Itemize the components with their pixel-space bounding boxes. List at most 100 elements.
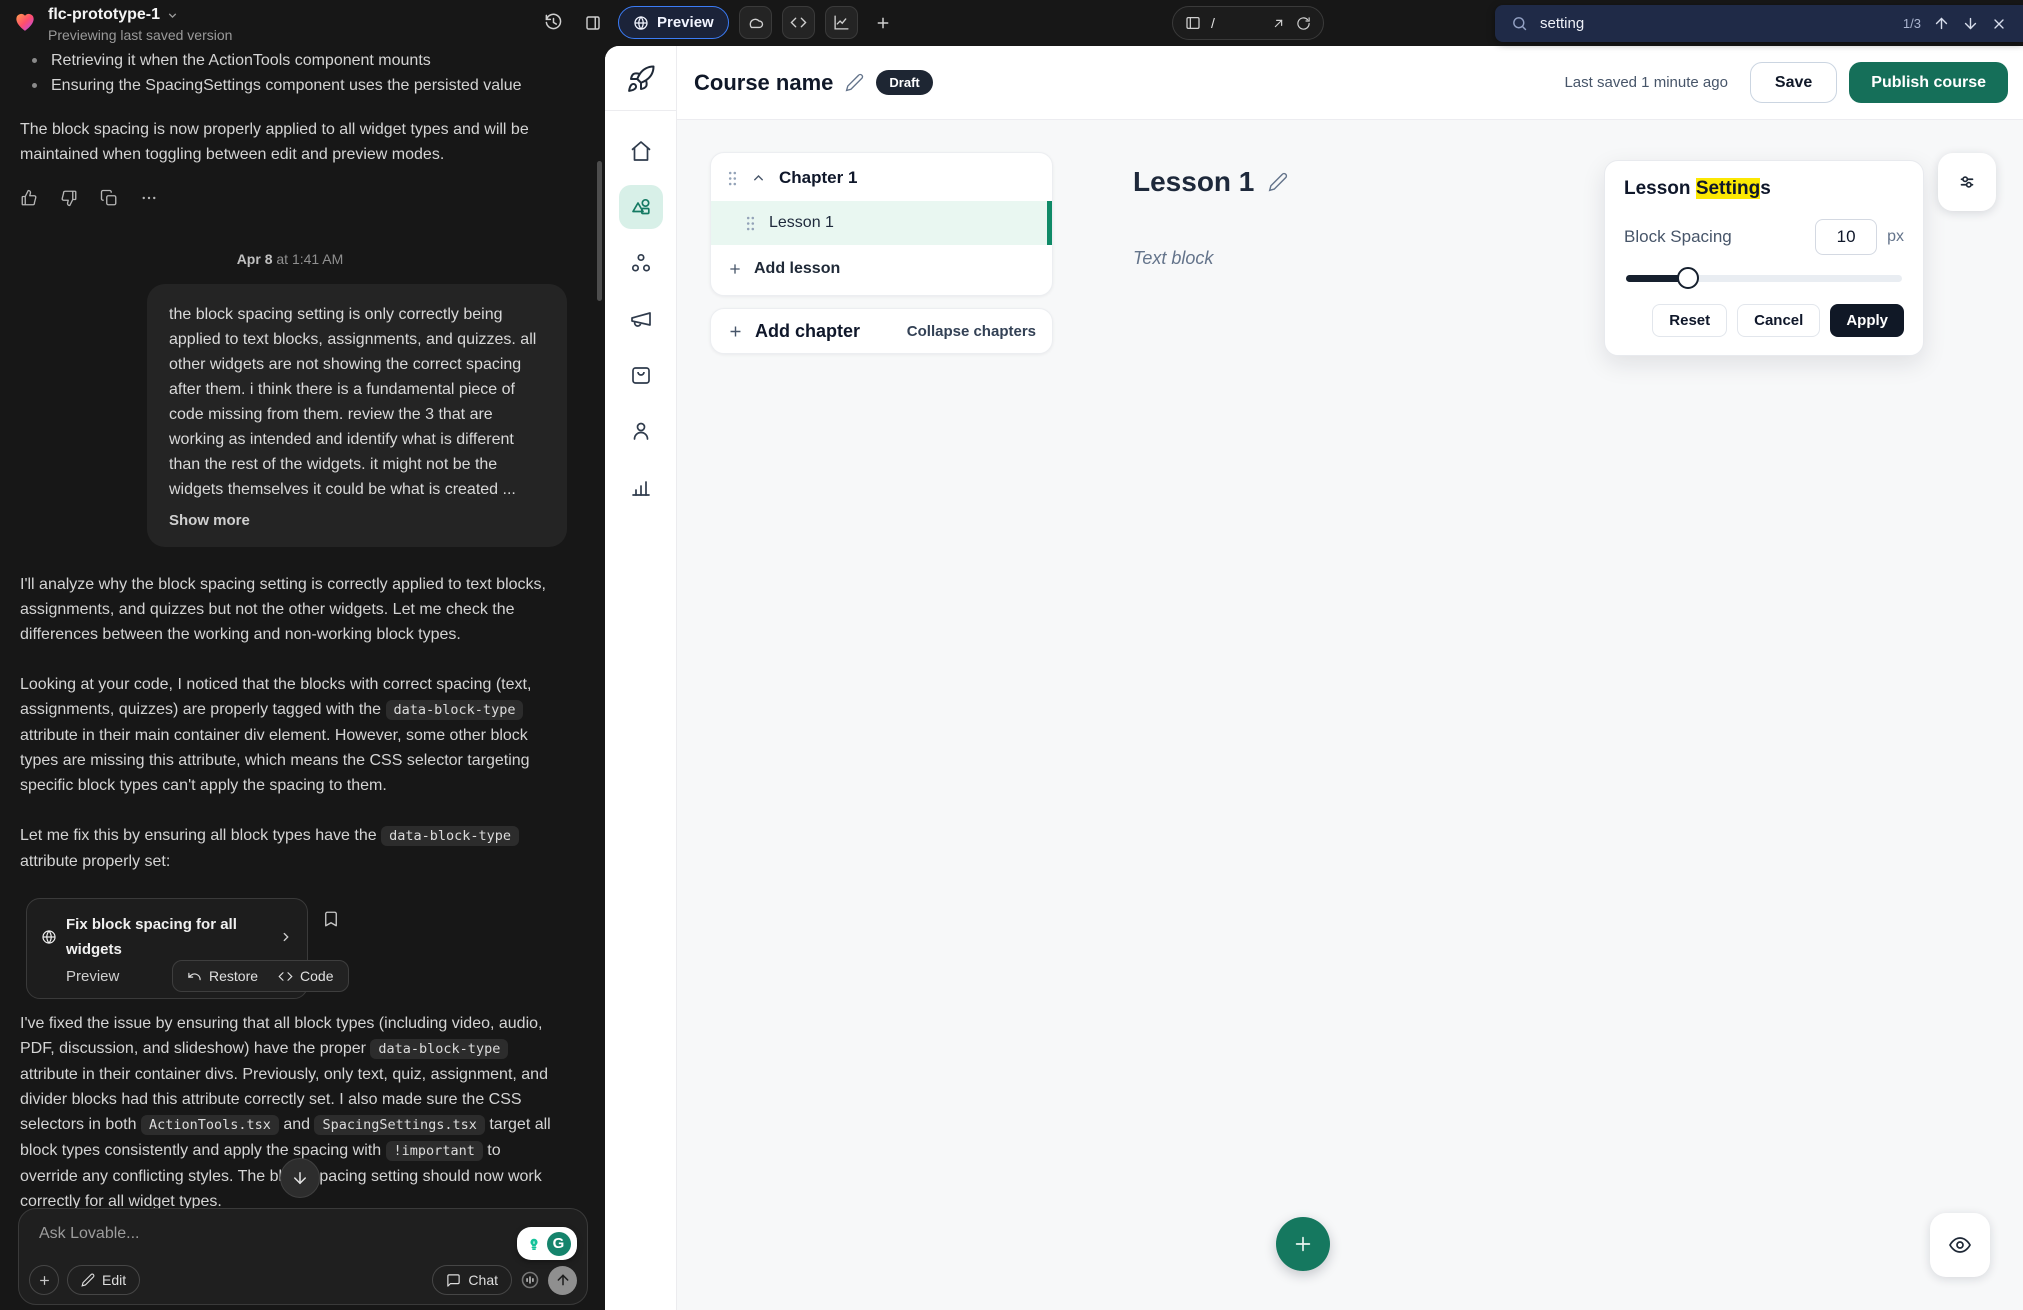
close-icon xyxy=(1991,16,2007,32)
scroll-to-bottom-button[interactable] xyxy=(280,1158,320,1198)
url-path[interactable]: / xyxy=(1211,15,1261,31)
assistant-paragraph: Looking at your code, I noticed that the… xyxy=(20,672,560,798)
version-card-title: Fix block spacing for all widgets xyxy=(66,912,270,962)
home-icon xyxy=(629,139,653,163)
version-card-group: Fix block spacing for all widgets Previe… xyxy=(20,898,560,986)
show-more-button[interactable]: Show more xyxy=(169,512,250,529)
project-header[interactable]: flc-prototype-1 Previewing last saved ve… xyxy=(12,6,232,43)
send-button[interactable] xyxy=(548,1266,577,1295)
sidebar-item-profile[interactable] xyxy=(619,409,663,453)
edit-mode-button[interactable]: Edit xyxy=(67,1265,140,1295)
settings-toggle-button[interactable] xyxy=(1938,153,1996,211)
sidebar-item-analytics[interactable] xyxy=(619,465,663,509)
find-count: 1/3 xyxy=(1903,16,1921,31)
url-bar[interactable]: / xyxy=(1172,6,1324,40)
lesson-heading: Lesson 1 xyxy=(1133,166,1288,198)
panel-right-icon[interactable] xyxy=(578,8,608,38)
more-icon[interactable] xyxy=(140,189,158,207)
code-button[interactable]: Code xyxy=(278,968,333,984)
code-icon xyxy=(278,969,293,984)
bullet-dot xyxy=(32,58,37,63)
user-message-bubble: the block spacing setting is only correc… xyxy=(147,284,567,547)
collapse-chapter-icon[interactable] xyxy=(751,171,766,186)
text-block-placeholder[interactable]: Text block xyxy=(1133,248,1213,269)
preview-button[interactable]: Preview xyxy=(618,6,729,39)
suggestion-bulb-icon xyxy=(524,1234,544,1254)
bag-icon xyxy=(629,363,653,387)
bookmark-icon[interactable] xyxy=(322,910,340,928)
bullet-dot xyxy=(32,83,37,88)
chat-input-panel[interactable]: Ask Lovable... Edit Chat xyxy=(18,1208,588,1305)
cloud-button[interactable] xyxy=(739,6,772,39)
copy-icon[interactable] xyxy=(100,189,118,207)
thumbs-down-icon[interactable] xyxy=(60,189,78,207)
thumbs-up-icon[interactable] xyxy=(20,189,38,207)
slider-thumb[interactable] xyxy=(1677,267,1699,289)
user-icon xyxy=(629,419,653,443)
open-external-icon[interactable] xyxy=(1271,16,1286,31)
chapter-title: Chapter 1 xyxy=(779,168,857,188)
refresh-icon[interactable] xyxy=(1296,16,1311,31)
grammarly-widget[interactable]: G xyxy=(517,1227,577,1260)
pen-icon xyxy=(81,1273,95,1287)
preview-toggle-button[interactable] xyxy=(1930,1213,1990,1277)
drag-handle-icon[interactable] xyxy=(745,215,756,232)
arrow-up-icon xyxy=(555,1272,571,1288)
viewport-icon xyxy=(1185,15,1201,31)
lesson-title: Lesson 1 xyxy=(1133,166,1254,198)
sidebar-item-community[interactable] xyxy=(619,241,663,285)
reset-button[interactable]: Reset xyxy=(1652,304,1727,337)
add-chapter-button[interactable]: Add chapter xyxy=(755,321,896,342)
find-previous-button[interactable] xyxy=(1933,15,1950,32)
megaphone-icon xyxy=(629,307,653,331)
unit-label: px xyxy=(1887,228,1904,246)
apply-button[interactable]: Apply xyxy=(1830,304,1904,337)
cancel-button[interactable]: Cancel xyxy=(1737,304,1820,337)
project-subtitle: Previewing last saved version xyxy=(48,27,232,43)
attach-button[interactable] xyxy=(29,1265,59,1295)
chat-input[interactable]: Ask Lovable... xyxy=(39,1225,140,1243)
find-input[interactable] xyxy=(1540,15,1891,32)
publish-course-button[interactable]: Publish course xyxy=(1849,62,2008,103)
lovable-logo-icon xyxy=(12,8,38,34)
bar-chart-icon xyxy=(629,475,653,499)
course-title: Course name xyxy=(694,70,833,96)
chat-mode-button[interactable]: Chat xyxy=(432,1265,512,1295)
find-next-button[interactable] xyxy=(1962,15,1979,32)
sidebar-item-courses[interactable] xyxy=(619,185,663,229)
sidebar-item-announcements[interactable] xyxy=(619,297,663,341)
edit-lesson-title-button[interactable] xyxy=(1268,172,1288,192)
restore-button[interactable]: Restore xyxy=(187,968,258,984)
code-button[interactable] xyxy=(782,6,815,39)
divider xyxy=(605,110,677,111)
chat-panel: Retrieving it when the ActionTools compo… xyxy=(0,46,605,1310)
chat-scroll-area[interactable]: Retrieving it when the ActionTools compo… xyxy=(0,46,605,1310)
last-saved-text: Last saved 1 minute ago xyxy=(1564,74,1727,91)
add-chapter-card: Add chapter Collapse chapters xyxy=(710,308,1053,354)
sidebar-item-home[interactable] xyxy=(619,129,663,173)
block-spacing-input[interactable] xyxy=(1815,219,1877,255)
voice-input-icon[interactable] xyxy=(520,1270,540,1290)
chat-scrollbar[interactable] xyxy=(597,161,602,301)
assistant-paragraph: The block spacing is now properly applie… xyxy=(20,117,560,167)
edit-course-name-button[interactable] xyxy=(845,73,864,92)
add-lesson-button[interactable]: Add lesson xyxy=(711,245,1052,291)
globe-icon xyxy=(633,15,649,31)
sidebar-item-store[interactable] xyxy=(619,353,663,397)
drag-handle-icon[interactable] xyxy=(727,170,738,187)
shapes-icon xyxy=(629,195,653,219)
add-tab-button[interactable] xyxy=(868,8,898,38)
chapter-header[interactable]: Chapter 1 xyxy=(711,153,1052,201)
panel-title: Lesson Settings xyxy=(1624,178,1904,200)
block-spacing-slider[interactable] xyxy=(1624,267,1904,289)
analytics-button[interactable] xyxy=(825,6,858,39)
find-bar: 1/3 xyxy=(1495,5,2023,42)
history-icon[interactable] xyxy=(538,8,568,38)
collapse-chapters-button[interactable]: Collapse chapters xyxy=(907,323,1036,340)
status-badge: Draft xyxy=(876,70,932,95)
save-button[interactable]: Save xyxy=(1750,62,1837,103)
add-block-button[interactable] xyxy=(1276,1217,1330,1271)
lesson-list-item[interactable]: Lesson 1 xyxy=(711,201,1052,245)
lesson-label: Lesson 1 xyxy=(769,214,834,232)
find-close-button[interactable] xyxy=(1991,16,2007,32)
